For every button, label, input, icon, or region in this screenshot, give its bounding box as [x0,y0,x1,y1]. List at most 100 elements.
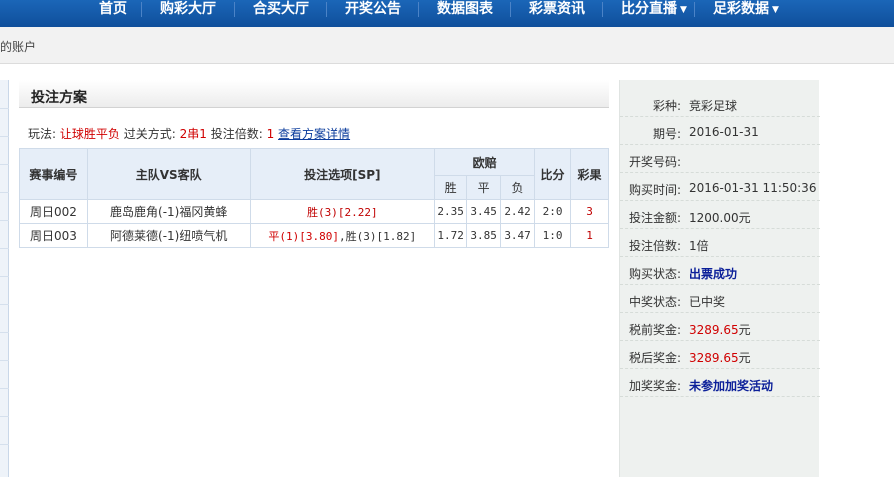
header-teams: 主队VS客队 [86,148,251,200]
info-value: 3289.65元 [689,321,751,338]
nav-football-data-label: 足彩数据 [713,1,769,17]
info-row-buy-status: 购买状态: 出票成功 [620,257,820,285]
cell-score: 2:0 [534,199,571,224]
sidebar-divider [0,248,9,249]
header-odds: 欧赔 [434,148,536,176]
cell-odds-win: 2.35 [434,199,468,224]
prize-unit: 元 [738,351,751,365]
info-value: 1200.00元 [689,211,751,225]
nav-divider [510,2,511,17]
cell-odds-draw: 3.45 [466,199,502,224]
cell-odds-win: 1.72 [434,223,468,248]
info-label: 购买状态: [629,267,682,281]
nav-lottery-hall[interactable]: 购彩大厅 [160,0,216,27]
info-label: 中奖状态: [629,295,682,309]
info-row-multiple: 投注倍数: 1倍 [620,229,820,257]
nav-live-scores-label: 比分直播 [621,1,677,17]
info-label: 税前奖金: [629,323,682,337]
cell-result: 3 [570,199,609,224]
sidebar-divider [0,108,9,109]
cell-match-no: 周日003 [19,223,88,248]
info-label: 彩种: [653,99,682,113]
nav-divider [234,2,235,17]
multiple-value: 1 [266,127,275,141]
page-title: 投注方案 [31,90,87,106]
sidebar-divider [0,360,9,361]
info-value: 2016-01-31 [689,125,759,139]
info-row-lottery: 彩种: 竞彩足球 [620,89,820,117]
header-bet-option: 投注选项[SP] [249,148,436,200]
info-row-buy-time: 购买时间: 2016-01-31 11:50:36 [620,173,820,201]
info-label: 开奖号码: [629,155,682,169]
bet-table: 赛事编号 主队VS客队 投注选项[SP] 欧赔 比分 彩果 胜 平 负 周日00… [19,148,609,248]
header-match-no: 赛事编号 [19,148,88,200]
info-row-aftertax-prize: 税后奖金: 3289.65元 [620,341,820,369]
nav-divider [141,2,142,17]
chevron-down-icon: ▼ [772,5,779,15]
nav-divider [418,2,419,17]
pass-label: 过关方式: [123,127,176,141]
table-row: 周日003 阿德莱德(-1)纽喷气机 平(1)[3.80],胜(3)[1.82]… [19,223,609,248]
sidebar-divider [0,276,9,277]
multiple-label: 投注倍数: [210,127,263,141]
sidebar-divider [0,388,9,389]
nav-data-charts[interactable]: 数据图表 [437,0,493,27]
info-value: 3289.65元 [689,349,751,366]
cell-bet-option: 胜(3)[2.22] [249,199,436,224]
cell-result: 1 [570,223,609,248]
cell-odds-draw: 3.85 [466,223,502,248]
nav-group-buy[interactable]: 合买大厅 [253,0,309,27]
info-label: 加奖奖金: [629,379,682,393]
header-result: 彩果 [570,148,609,200]
info-value: 已中奖 [689,295,726,309]
order-info-panel: 彩种: 竞彩足球 期号: 2016-01-31 开奖号码: 购买时间: 2016… [619,80,820,477]
nav-divider [694,2,695,17]
sidebar-divider [0,220,9,221]
bet-summary-line: 玩法: 让球胜平负 过关方式: 2串1 投注倍数: 1 查看方案详情 [28,125,350,142]
info-row-pretax-prize: 税前奖金: 3289.65元 [620,313,820,341]
nav-football-data[interactable]: 足彩数据 ▼ [713,0,779,27]
cell-bet-option: 平(1)[3.80],胜(3)[1.82] [249,223,436,248]
info-label: 投注金额: [629,211,682,225]
info-label: 税后奖金: [629,351,682,365]
info-label: 期号: [653,127,682,141]
nav-home[interactable]: 首页 [99,0,127,27]
info-label: 投注倍数: [629,239,682,253]
sidebar-divider [0,444,9,445]
sidebar-divider [0,164,9,165]
header-odds-draw: 平 [466,175,502,200]
bet-plan-header: 投注方案 [19,80,609,108]
view-detail-link[interactable]: 查看方案详情 [278,127,350,141]
breadcrumb-bar: 的账户 [0,27,894,64]
play-value: 让球胜平负 [59,127,120,141]
cell-odds-lose: 3.47 [500,223,536,248]
nav-lottery-news[interactable]: 彩票资讯 [529,0,585,27]
prize-amount: 3289.65 [689,351,739,365]
header-odds-lose: 负 [500,175,536,200]
sidebar-divider [0,416,9,417]
play-label: 玩法: [28,127,57,141]
pass-value: 2串1 [179,127,207,141]
top-nav: 首页 购彩大厅 合买大厅 开奖公告 数据图表 彩票资讯 比分直播 ▼ 足彩数据 ▼ [0,0,894,27]
chevron-down-icon: ▼ [680,5,687,15]
nav-divider [602,2,603,17]
info-value: 1倍 [689,239,709,253]
header-score: 比分 [534,148,571,200]
sidebar-divider [0,192,9,193]
header-odds-win: 胜 [434,175,468,200]
cell-score: 1:0 [534,223,571,248]
left-sidebar [0,80,9,477]
sidebar-divider [0,136,9,137]
info-row-bonus: 加奖奖金: 未参加加奖活动 [620,369,820,397]
cell-teams: 鹿岛鹿角(-1)福冈黄蜂 [86,199,251,224]
cell-odds-lose: 2.42 [500,199,536,224]
nav-live-scores[interactable]: 比分直播 ▼ [621,0,687,27]
info-value: 竞彩足球 [689,99,738,113]
bet-option-other: ,胜(3)[1.82] [339,229,417,243]
nav-draw-results[interactable]: 开奖公告 [345,0,401,27]
info-row-amount: 投注金额: 1200.00元 [620,201,820,229]
info-label: 购买时间: [629,183,682,197]
info-row-prize-status: 中奖状态: 已中奖 [620,285,820,313]
table-row: 周日002 鹿岛鹿角(-1)福冈黄蜂 胜(3)[2.22] 2.35 3.45 … [19,199,609,224]
status-badge: 出票成功 [689,267,738,281]
